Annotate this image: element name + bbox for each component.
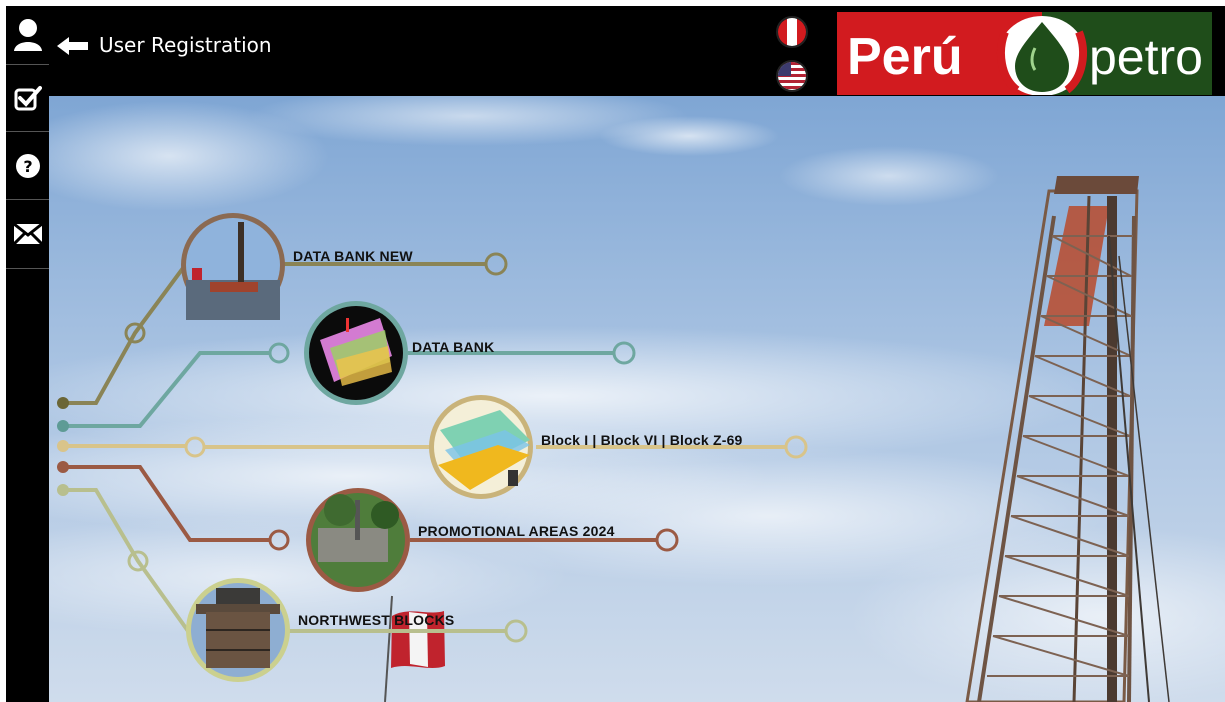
user-icon (13, 19, 42, 51)
menu-dot-4 (57, 461, 69, 473)
help-button[interactable]: ? (6, 132, 49, 200)
usa-flag-icon (778, 62, 806, 90)
menu-item-promotional-areas[interactable]: PROMOTIONAL AREAS 2024 (418, 523, 615, 539)
checklist-button[interactable] (6, 65, 49, 132)
thumb-data-bank[interactable] (304, 301, 408, 405)
menu-item-blocks[interactable]: Block I | Block VI | Block Z-69 (541, 432, 743, 448)
menu-connectors (57, 213, 808, 682)
menu-item-data-bank[interactable]: DATA BANK (412, 339, 494, 355)
menu-dot-3 (57, 440, 69, 452)
logo-text-right: petro (1089, 29, 1203, 85)
menu-item-northwest-blocks[interactable]: NORTHWEST BLOCKS (298, 612, 454, 628)
thumb-northwest-blocks[interactable] (186, 578, 290, 682)
lang-spanish-flag[interactable] (776, 16, 808, 48)
sidebar: ? (6, 6, 49, 702)
mail-button[interactable] (6, 200, 49, 269)
checklist-icon (14, 86, 42, 111)
user-button[interactable] (6, 6, 49, 65)
peruopetro-logo: Perú petro (837, 12, 1212, 96)
logo-text-left: Perú (847, 28, 963, 86)
mail-icon (12, 223, 43, 245)
peru-flag-icon (778, 18, 806, 46)
menu-dot-1 (57, 397, 69, 409)
menu-item-data-bank-new[interactable]: DATA BANK NEW (293, 248, 413, 264)
svg-text:?: ? (23, 157, 32, 176)
connector-data-bank-new (63, 252, 508, 405)
thumb-blocks[interactable] (429, 395, 533, 499)
help-icon: ? (15, 153, 40, 178)
page-title: User Registration (99, 33, 272, 57)
back-arrow-icon[interactable] (55, 35, 89, 57)
menu-dot-2 (57, 420, 69, 432)
thumb-data-bank-new[interactable] (181, 213, 285, 320)
menu-dot-5 (57, 484, 69, 496)
connector-northwest-blocks (63, 488, 528, 643)
lang-english-flag[interactable] (776, 60, 808, 92)
thumb-promotional-areas[interactable] (306, 488, 410, 592)
